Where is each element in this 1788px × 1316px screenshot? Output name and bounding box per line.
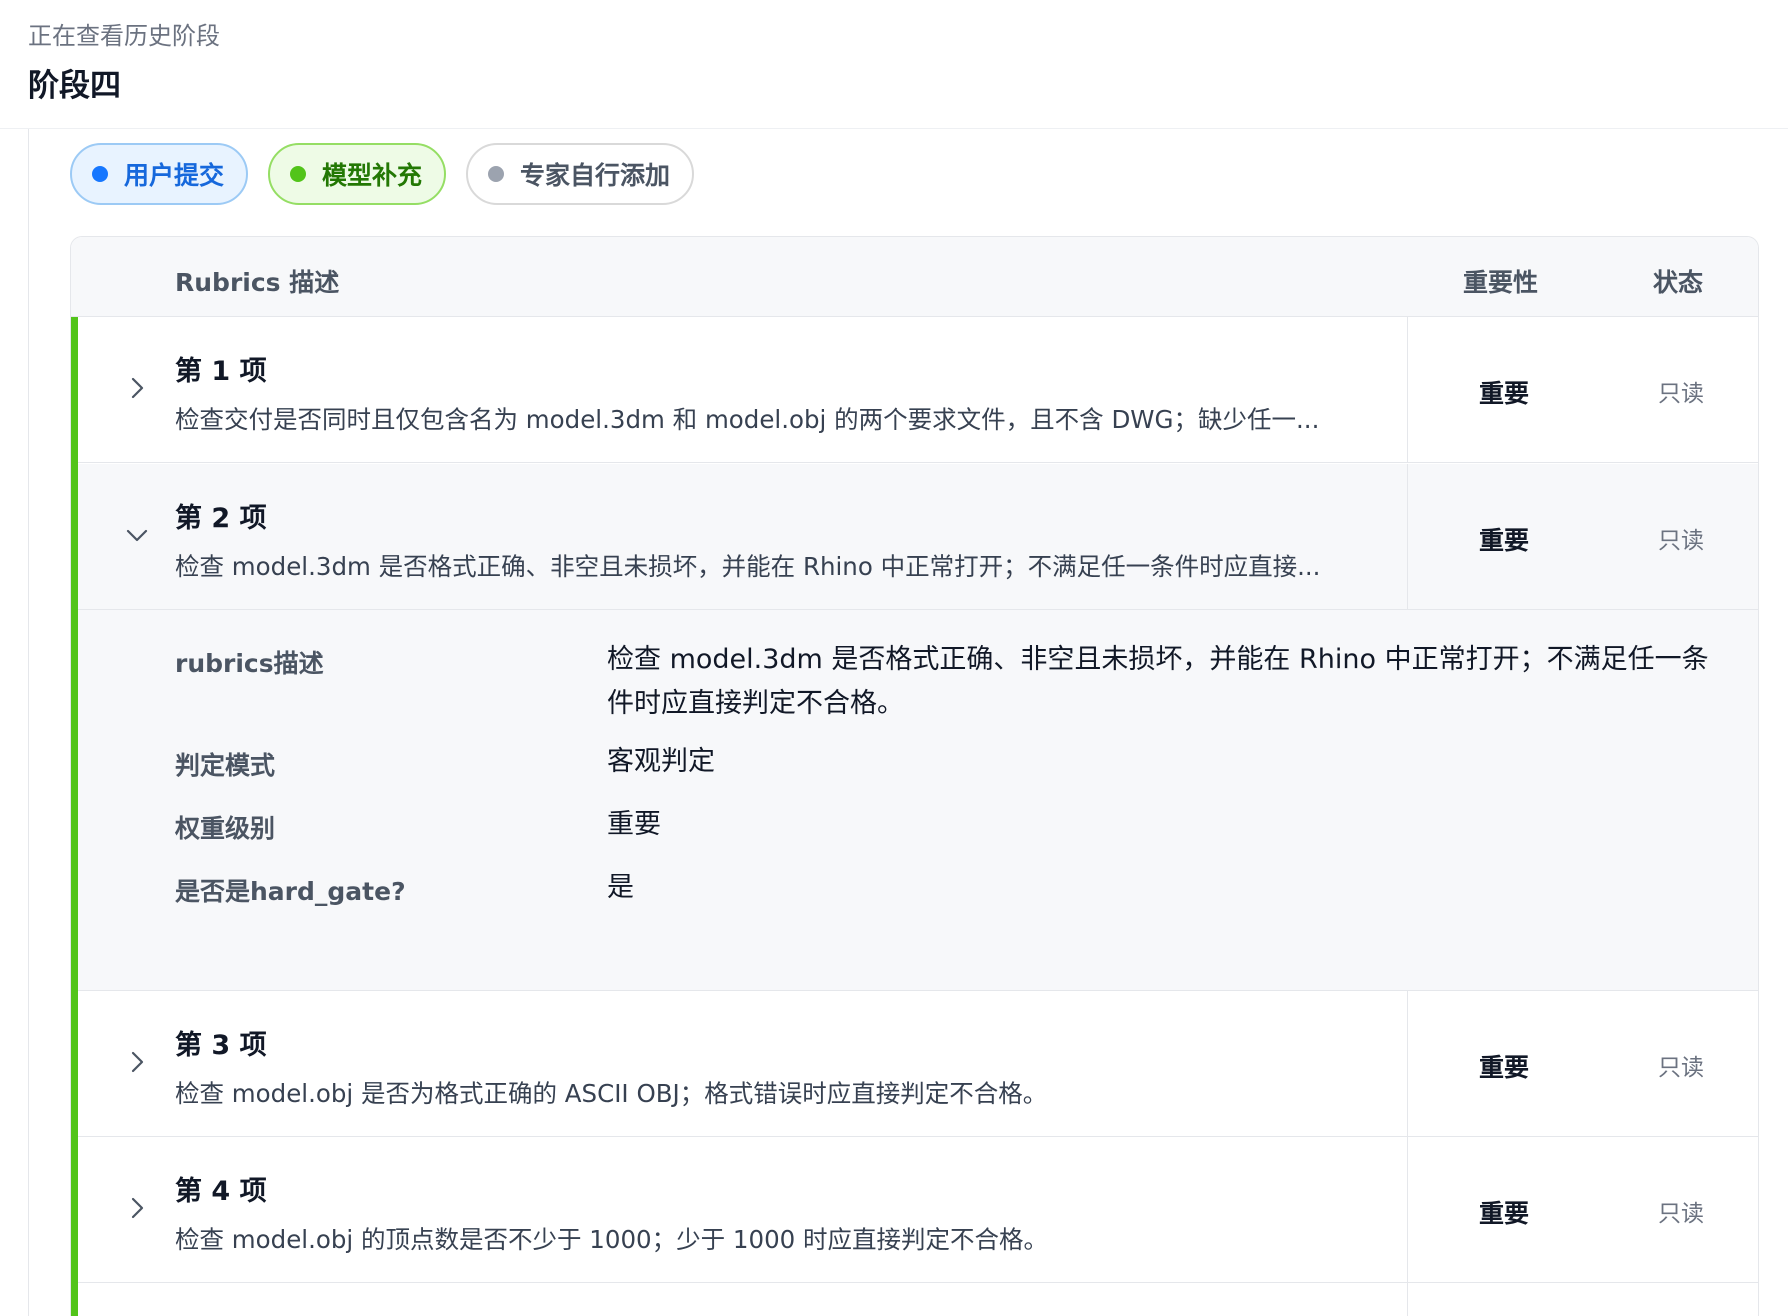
table-row[interactable]: 第 1 项 检查交付是否同时且仅包含名为 model.3dm 和 model.o…: [71, 317, 1758, 463]
row-title: 第 1 项: [175, 356, 267, 387]
chip-expert-added[interactable]: 专家自行添加: [466, 143, 695, 205]
row-status: 只读: [1658, 381, 1704, 407]
chip-user-submitted[interactable]: 用户提交: [70, 143, 249, 205]
table-row-partial[interactable]: [71, 1283, 1758, 1316]
chevron-down-icon[interactable]: [123, 521, 151, 549]
row-description: 检查 model.obj 是否为格式正确的 ASCII OBJ；格式错误时应直接…: [175, 1079, 1048, 1108]
row-detail-panel: rubrics描述 检查 model.3dm 是否格式正确、非空且未损坏，并能在…: [71, 610, 1758, 991]
row-title: 第 2 项: [175, 503, 267, 534]
rubrics-table: Rubrics 描述 重要性 状态 第 1 项 检查交付是否同时且仅包含名为 m…: [70, 236, 1759, 1316]
row-status: 只读: [1658, 1055, 1704, 1081]
detail-label-mode: 判定模式: [175, 751, 276, 780]
chevron-right-icon[interactable]: [123, 1048, 151, 1076]
row-importance: 重要: [1479, 379, 1530, 408]
row-importance: 重要: [1479, 1053, 1530, 1082]
column-header-status: 状态: [1653, 268, 1704, 297]
table-header: Rubrics 描述 重要性 状态: [71, 237, 1758, 317]
chevron-right-icon[interactable]: [123, 1194, 151, 1222]
detail-value-mode: 客观判定: [607, 746, 715, 777]
row-importance: 重要: [1479, 526, 1530, 555]
column-header-description: Rubrics 描述: [175, 268, 340, 297]
chip-label: 模型补充: [322, 161, 423, 190]
green-dot-icon: [290, 166, 307, 182]
row-importance: 重要: [1479, 1199, 1530, 1228]
history-stage-notice: 正在查看历史阶段: [28, 22, 220, 50]
row-title: 第 3 项: [175, 1030, 267, 1061]
chip-label: 专家自行添加: [520, 161, 671, 190]
chevron-right-icon[interactable]: [123, 374, 151, 402]
detail-label-rubric: rubrics描述: [175, 649, 324, 678]
detail-label-hardgate: 是否是hard_gate?: [175, 877, 406, 906]
row-status: 只读: [1658, 528, 1704, 554]
row-status: 只读: [1658, 1201, 1704, 1227]
content-divider: [28, 129, 29, 1316]
detail-value-hardgate: 是: [607, 872, 634, 903]
model-source-indicator-bar: [71, 317, 78, 1316]
chip-label: 用户提交: [124, 161, 225, 190]
page-header: 正在查看历史阶段 阶段四: [0, 0, 1788, 129]
blue-dot-icon: [92, 166, 108, 182]
table-row[interactable]: 第 3 项 检查 model.obj 是否为格式正确的 ASCII OBJ；格式…: [71, 991, 1758, 1137]
detail-value-weight: 重要: [607, 809, 661, 840]
detail-label-weight: 权重级别: [175, 814, 276, 843]
row-description: 检查交付是否同时且仅包含名为 model.3dm 和 model.obj 的两个…: [175, 405, 1320, 434]
detail-value-rubric: 检查 model.3dm 是否格式正确、非空且未损坏，并能在 Rhino 中正常…: [607, 644, 1709, 719]
row-title: 第 4 项: [175, 1176, 267, 1207]
source-filter-chips: 用户提交 模型补充 专家自行添加: [70, 143, 695, 205]
row-description: 检查 model.obj 的顶点数是否不少于 1000；少于 1000 时应直接…: [175, 1225, 1049, 1254]
table-row[interactable]: 第 2 项 检查 model.3dm 是否格式正确、非空且未损坏，并能在 Rhi…: [71, 464, 1758, 610]
row-description: 检查 model.3dm 是否格式正确、非空且未损坏，并能在 Rhino 中正常…: [175, 552, 1321, 581]
gray-dot-icon: [488, 166, 505, 182]
table-row[interactable]: 第 4 项 检查 model.obj 的顶点数是否不少于 1000；少于 100…: [71, 1137, 1758, 1283]
page-title: 阶段四: [28, 68, 121, 104]
chip-model-supplemented[interactable]: 模型补充: [268, 143, 447, 205]
column-header-importance: 重要性: [1463, 268, 1539, 297]
